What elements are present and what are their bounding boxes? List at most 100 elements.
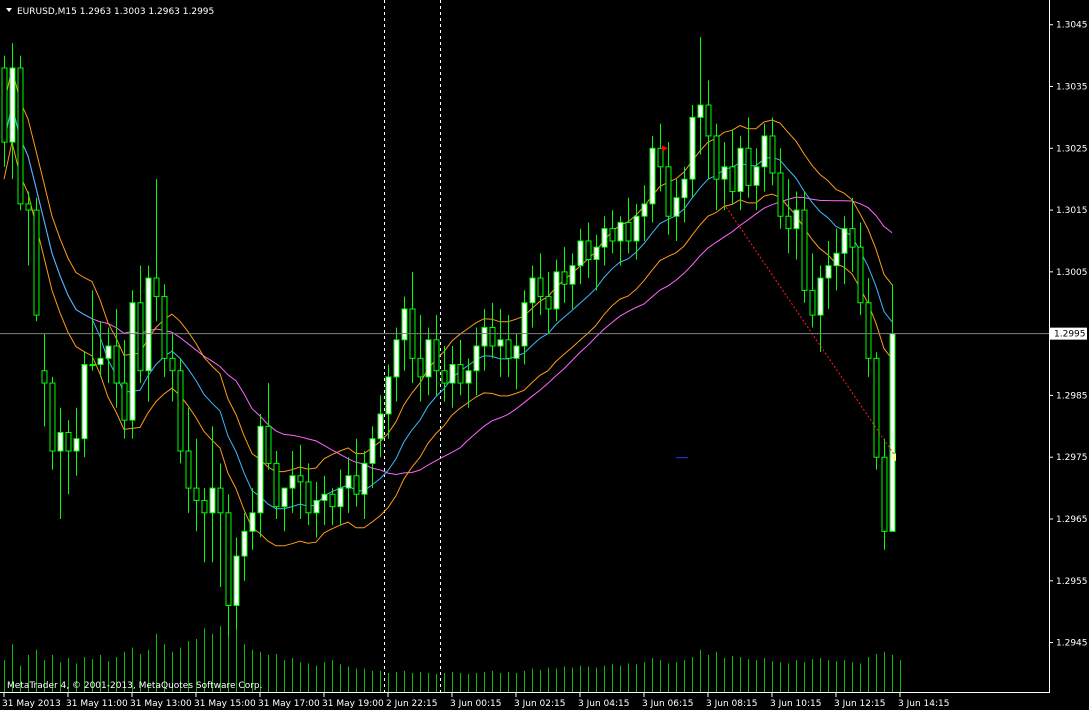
candle-bear [417,357,424,378]
candle-bear [881,456,888,532]
candle-bull [817,277,824,316]
candle-bull [337,487,344,508]
chart-header: EURUSD,M15 1.2963 1.3003 1.2963 1.2995 [6,7,214,17]
candle-bull [105,345,112,359]
candle-bull [529,277,536,304]
candle-bull [473,345,480,372]
candle-bear [801,209,808,291]
candle-bear [169,357,176,372]
candle-bull [721,166,728,180]
candle-bull [361,462,368,495]
candle-bear [1,67,8,143]
candle-bull [681,178,688,199]
candle-bull [825,265,832,279]
copyright-text: MetaTrader 4, © 2001-2013, MetaQuotes So… [7,681,263,691]
y-tick-label: 1.2945 [1056,639,1088,649]
x-tick-label: 3 Jun 00:15 [450,699,501,709]
candle-bear [777,172,784,217]
candle-bull [345,475,352,489]
x-tick-label: 31 May 2013 [2,699,61,709]
candle-bull [241,530,248,557]
candle-bear [49,382,56,452]
y-tick-label: 1.3045 [1056,21,1088,31]
candle-bear [849,228,856,248]
candle-bull [97,357,104,366]
candle-bear [705,104,712,137]
candle-bull [497,339,504,347]
candle-bull [385,376,392,415]
candle-bull [553,271,560,310]
x-tick-label: 31 May 15:00 [194,699,256,709]
candle-bear [729,166,736,193]
candle-bear [185,450,192,489]
candle-bear [873,357,880,458]
candle-bear [65,432,72,452]
candle-bear [225,512,232,606]
candle-bull [233,555,240,606]
candle-bear [537,277,544,298]
y-tick-label: 1.2985 [1056,391,1088,401]
candle-bear [561,271,568,285]
candle-bull [649,147,656,205]
candle-bear [41,370,48,384]
candle-bear [585,240,592,260]
candle-bull [73,438,80,452]
candle-bull [249,512,256,532]
candle-bear [353,475,360,495]
candle-bear [665,166,672,217]
y-tick-label: 1.3035 [1056,83,1088,93]
y-tick-label: 1.3005 [1056,268,1088,278]
candle-bear [505,339,512,359]
candle-bull [369,438,376,464]
candle-bear [745,147,752,186]
candle-bull [401,308,408,341]
candle-bear [713,135,720,180]
candle-bear [865,302,872,359]
candle-bull [841,228,848,254]
candle-bear [489,326,496,347]
y-tick-label: 1.3015 [1056,206,1088,216]
candle-bull [513,345,520,359]
candle-bull [753,166,760,186]
x-tick-label: 31 May 19:00 [322,699,384,709]
y-tick-label: 1.2955 [1056,577,1088,587]
candle-bull [313,499,320,514]
candle-bear [33,209,40,316]
candle-bear [545,296,552,310]
candle-bull [521,302,528,347]
candle-bull [697,104,704,118]
candle-bear [457,364,464,384]
candle-bear [193,487,200,501]
candle-bull [673,197,680,217]
x-tick-label: 31 May 11:00 [66,699,128,709]
y-tick-label: 1.3025 [1056,144,1088,154]
chart-canvas[interactable]: 1.3045 1.3035 1.3025 1.3015 1.3005 1.2985 1.29… [0,0,1089,710]
candle-bear [153,277,160,298]
candle-bull [289,475,296,489]
current-price-label-text: 1.2995 [1054,330,1086,340]
candle-bull [257,425,264,514]
candle-bull [481,326,488,347]
y-tick-label: 1.2965 [1056,515,1088,525]
chart-header-title: EURUSD,M15 1.2963 1.3003 1.2963 1.2995 [17,7,214,17]
candle-bear [297,475,304,483]
candle-bear [769,135,776,174]
candle-bull [641,203,648,217]
candle-bear [433,339,440,372]
candle-bull [737,147,744,193]
candle-bear [217,487,224,514]
candle-bear [201,499,208,514]
candle-bull [281,487,288,508]
candle-bear [785,215,792,230]
candle-bull [593,246,600,260]
x-tick-label: 31 May 13:00 [130,699,192,709]
candle-bear [137,302,144,372]
candle-bull [889,333,896,532]
candle-bull [761,135,768,168]
candle-bear [25,203,32,211]
candle-bear [161,296,168,359]
x-tick-label: 31 May 17:00 [258,699,320,709]
candle-bull [129,302,136,421]
x-tick-label: 3 Jun 12:15 [834,699,885,709]
candle-bear [305,481,312,514]
